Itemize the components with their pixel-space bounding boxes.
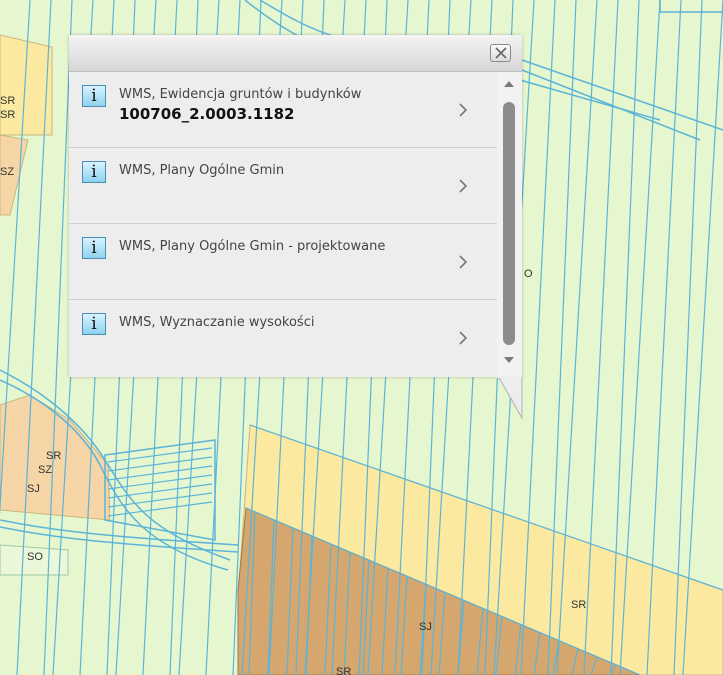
layer-title: WMS, Plany Ogólne Gmin - projektowane xyxy=(119,239,386,254)
layer-title: WMS, Plany Ogólne Gmin xyxy=(119,163,285,178)
info-icon: i xyxy=(82,161,106,183)
chevron-right-icon xyxy=(459,103,468,117)
close-icon xyxy=(495,47,507,59)
zone-label: SJ xyxy=(27,483,40,495)
zone-label: SR xyxy=(46,450,61,462)
scroll-up-arrow-icon[interactable] xyxy=(504,81,514,87)
layer-result-wysokosci[interactable]: i WMS, Wyznaczanie wysokości xyxy=(69,300,497,376)
zone-label: SZ xyxy=(0,166,14,178)
chevron-right-icon xyxy=(459,331,468,345)
layer-result-plany-projektowane[interactable]: i WMS, Plany Ogólne Gmin - projektowane xyxy=(69,224,497,300)
popup-header xyxy=(69,35,522,72)
close-button[interactable] xyxy=(490,44,511,62)
info-icon: i xyxy=(82,85,106,107)
layer-result-plany-ogolne[interactable]: i WMS, Plany Ogólne Gmin xyxy=(69,148,497,224)
zone-label: SR xyxy=(0,109,15,121)
chevron-right-icon xyxy=(459,255,468,269)
zone-label: SJ xyxy=(419,621,432,633)
info-icon: i xyxy=(82,313,106,335)
scroll-down-arrow-icon[interactable] xyxy=(504,357,514,363)
layer-title: WMS, Ewidencja gruntów i budynków xyxy=(119,87,362,102)
chevron-right-icon xyxy=(459,179,468,193)
zone-label: SR xyxy=(336,666,351,675)
popup-scrollbar[interactable] xyxy=(497,72,522,377)
zone-label: SR xyxy=(571,599,586,611)
parcel-id: 100706_2.0003.1182 xyxy=(119,105,295,123)
zone-label: SZ xyxy=(38,464,52,476)
layer-title: WMS, Wyznaczanie wysokości xyxy=(119,315,315,330)
layer-result-list: i WMS, Ewidencja gruntów i budynków 1007… xyxy=(69,72,497,377)
zone-label: SO xyxy=(27,551,43,563)
info-icon: i xyxy=(82,237,106,259)
zone-label: SR xyxy=(0,95,15,107)
popup-pointer xyxy=(496,376,523,420)
feature-info-popup: i WMS, Ewidencja gruntów i budynków 1007… xyxy=(69,35,522,377)
layer-result-ewidencja[interactable]: i WMS, Ewidencja gruntów i budynków 1007… xyxy=(69,72,497,148)
scrollbar-thumb[interactable] xyxy=(503,102,515,345)
zone-label: O xyxy=(524,268,533,280)
